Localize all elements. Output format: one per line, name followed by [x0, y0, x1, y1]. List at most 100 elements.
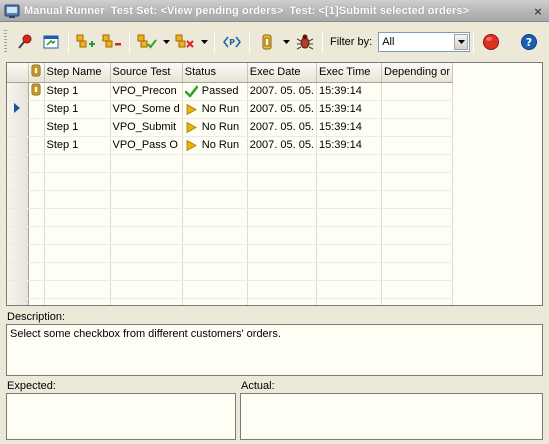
pin-icon: [18, 34, 32, 49]
row-header: [7, 298, 29, 305]
cell-status[interactable]: No Run: [182, 136, 248, 155]
cell-depending-on[interactable]: [381, 100, 454, 119]
cell-exec-time[interactable]: 15:39:14: [316, 100, 382, 119]
row-attachment-cell[interactable]: [28, 118, 45, 137]
cell-step-name[interactable]: Step 1: [44, 82, 111, 101]
table-row[interactable]: Step 1 VPO_Submit No Run 2007. 05. 05. 15:39…: [7, 118, 454, 137]
cell-exec-date[interactable]: 2007. 05. 05.: [247, 118, 318, 137]
cell-source-test[interactable]: VPO_Some d: [110, 100, 183, 119]
toolbar-separator: [473, 31, 475, 53]
cell-source-test[interactable]: VPO_Submit: [110, 118, 183, 137]
actual-box[interactable]: [240, 393, 543, 440]
norun-icon: [185, 139, 198, 152]
pass-step-button[interactable]: [135, 30, 159, 54]
parameter-icon: P: [223, 36, 241, 48]
norun-icon: [185, 121, 198, 134]
window-title: Manual Runner Test Set: <View pending ord…: [24, 5, 469, 17]
steps-grid[interactable]: Step Name Source Test Status Exec Date E…: [6, 62, 543, 306]
chevron-down-icon: [162, 40, 170, 44]
svg-text:?: ?: [526, 36, 532, 49]
row-header: [7, 262, 29, 281]
add-defect-button[interactable]: [293, 30, 317, 54]
status-text: No Run: [201, 139, 240, 151]
pass-step-dropdown[interactable]: [161, 30, 171, 54]
row-attachment-cell[interactable]: [28, 82, 45, 101]
description-box[interactable]: Select some checkbox from different cust…: [6, 324, 543, 376]
attachments-dropdown[interactable]: [281, 30, 291, 54]
pin-button[interactable]: [13, 30, 37, 54]
toolbar-grip-icon[interactable]: [4, 30, 7, 54]
run-window-button[interactable]: [39, 30, 63, 54]
column-header-exec-time[interactable]: Exec Time: [316, 63, 382, 83]
cell-status[interactable]: No Run: [182, 118, 248, 137]
cell-exec-date[interactable]: 2007. 05. 05.: [247, 82, 318, 101]
row-attachment-cell[interactable]: [28, 100, 45, 119]
table-row[interactable]: Step 1 VPO_Precon Passed 2007. 05. 05. 15:39…: [7, 82, 454, 101]
grid-header-row: Step Name Source Test Status Exec Date E…: [7, 63, 454, 83]
window-edit-icon: [43, 35, 59, 49]
parameters-button[interactable]: P: [220, 30, 244, 54]
help-icon: ?: [521, 34, 538, 50]
column-header-source-test[interactable]: Source Test: [110, 63, 183, 83]
test-step-icon: [30, 83, 43, 96]
cell-step-name[interactable]: Step 1: [44, 118, 111, 137]
test-set-value: <View pending orders>: [160, 4, 284, 17]
cell-exec-time[interactable]: 15:39:14: [316, 118, 382, 137]
description-text: Select some checkbox from different cust…: [10, 328, 281, 340]
cell-source-test[interactable]: VPO_Precon: [110, 82, 183, 101]
column-header-status[interactable]: Status: [182, 63, 248, 83]
remove-step-button[interactable]: [100, 30, 124, 54]
title-bar[interactable]: Manual Runner Test Set: <View pending ord…: [0, 0, 549, 22]
cell-depending-on[interactable]: [381, 82, 454, 101]
cell-depending-on[interactable]: [381, 118, 454, 137]
attachments-button[interactable]: [255, 30, 279, 54]
help-button[interactable]: ?: [517, 30, 541, 54]
table-row[interactable]: Step 1 VPO_Some d No Run 2007. 05. 05. 15:39…: [7, 100, 454, 119]
end-run-button[interactable]: [479, 30, 503, 54]
app-title: Manual Runner: [24, 4, 105, 17]
check-icon: [184, 85, 198, 98]
cell-status[interactable]: Passed: [182, 82, 248, 101]
cell-step-name[interactable]: Step 1: [44, 136, 111, 155]
cell-status[interactable]: No Run: [182, 100, 248, 119]
row-header: [7, 190, 29, 209]
attachment-icon: [31, 64, 41, 77]
row-header[interactable]: [7, 136, 29, 155]
cell-exec-time[interactable]: 15:39:14: [316, 136, 382, 155]
cell-exec-date[interactable]: 2007. 05. 05.: [247, 100, 318, 119]
fail-step-dropdown[interactable]: [199, 30, 209, 54]
fail-selected-icon: [175, 34, 194, 48]
expected-box[interactable]: [6, 393, 236, 440]
fail-step-button[interactable]: [173, 30, 197, 54]
empty-table-row: [7, 280, 454, 299]
toolbar-separator: [129, 31, 130, 53]
norun-icon: [185, 103, 198, 116]
filter-select[interactable]: All: [378, 32, 471, 52]
attachment-column-header[interactable]: [28, 63, 45, 83]
app-icon: [4, 3, 20, 19]
row-header-corner: [7, 63, 29, 83]
actual-label: Actual:: [241, 380, 275, 392]
cell-source-test[interactable]: VPO_Pass O: [110, 136, 183, 155]
toolbar: P Filter by: All ?: [0, 23, 549, 61]
test-label: Test:: [289, 4, 316, 17]
row-attachment-cell[interactable]: [28, 136, 45, 155]
column-header-exec-date[interactable]: Exec Date: [247, 63, 318, 83]
column-header-step-name[interactable]: Step Name: [44, 63, 111, 83]
cell-depending-on[interactable]: [381, 136, 454, 155]
column-header-depending-on[interactable]: Depending or: [381, 63, 454, 83]
row-header[interactable]: [7, 118, 29, 137]
status-text: No Run: [201, 103, 240, 115]
status-text: No Run: [201, 121, 240, 133]
chevron-down-icon[interactable]: [454, 34, 469, 50]
row-header[interactable]: [7, 100, 29, 119]
table-row[interactable]: Step 1 VPO_Pass O No Run 2007. 05. 05. 15:39…: [7, 136, 454, 155]
close-icon[interactable]: ×: [531, 4, 545, 18]
add-step-button[interactable]: [74, 30, 98, 54]
empty-table-row: [7, 262, 454, 281]
row-header[interactable]: [7, 82, 29, 101]
cell-exec-date[interactable]: 2007. 05. 05.: [247, 136, 318, 155]
remove-step-icon: [102, 34, 121, 48]
cell-exec-time[interactable]: 15:39:14: [316, 82, 382, 101]
cell-step-name[interactable]: Step 1: [44, 100, 111, 119]
